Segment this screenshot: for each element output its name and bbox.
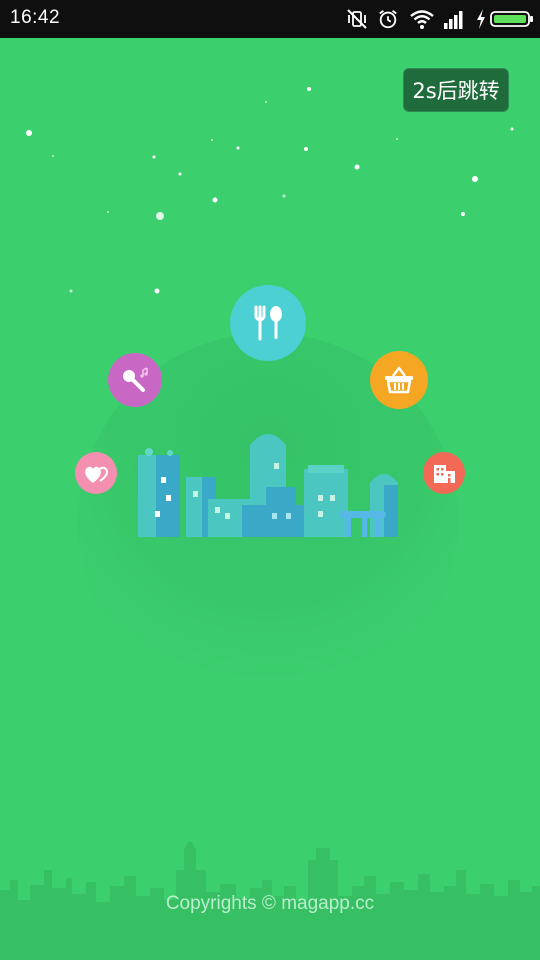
copyright-text: Copyrights © magapp.cc	[165, 893, 375, 914]
city-illustration	[138, 434, 398, 537]
food-icon-button	[230, 285, 306, 361]
dating-icon-button	[75, 452, 117, 494]
hotel-icon	[434, 465, 455, 483]
skip-countdown-button[interactable]: 2s后跳转	[403, 68, 509, 112]
fork-spoon-icon	[254, 305, 282, 341]
shopping-icon-button	[370, 351, 428, 409]
heart-icon	[85, 466, 108, 483]
karaoke-icon-button	[108, 353, 162, 407]
starry-sky	[26, 87, 514, 294]
shopping-basket-icon	[385, 366, 413, 394]
microphone-icon	[123, 367, 148, 392]
splash-screen: 16:42 2s后跳转 Copyrights © magapp.cc	[0, 0, 540, 960]
hotel-icon-button	[423, 452, 465, 494]
